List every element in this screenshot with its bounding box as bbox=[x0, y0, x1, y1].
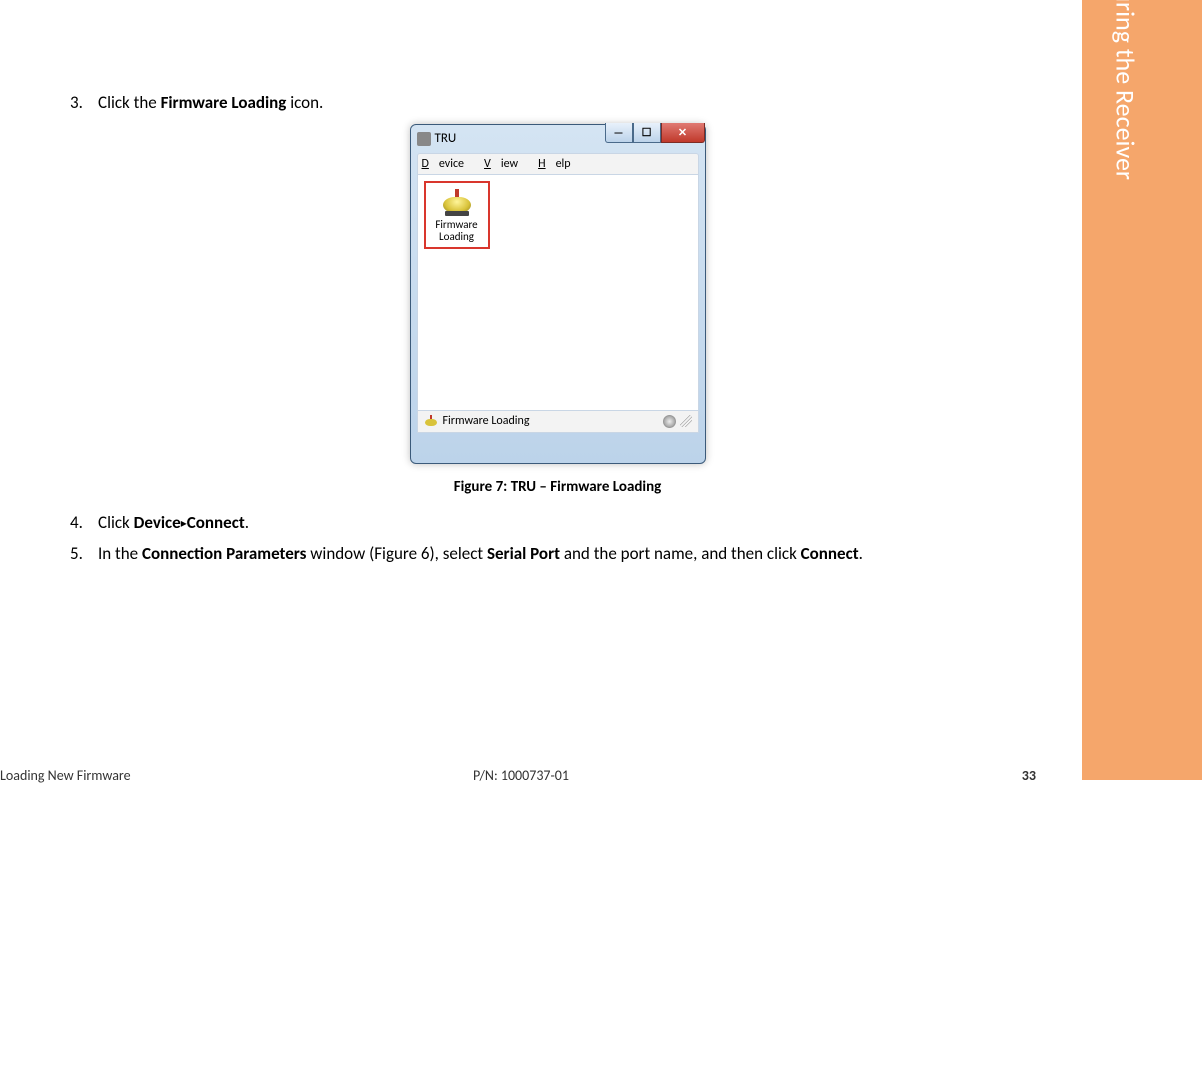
step-text: . bbox=[859, 543, 863, 564]
resize-grip-icon[interactable] bbox=[680, 415, 692, 427]
step-body: Click the Firmware Loading icon. bbox=[98, 90, 1045, 116]
minimize-button[interactable]: — bbox=[605, 123, 633, 143]
close-button[interactable]: ✕ bbox=[661, 123, 705, 143]
content-area: 3. Click the Firmware Loading icon. TRU … bbox=[0, 90, 1065, 573]
step-text: window (Figure 6), select bbox=[306, 543, 487, 564]
step-list: 3. Click the Firmware Loading icon. bbox=[70, 90, 1045, 116]
menu-view[interactable]: View bbox=[484, 157, 528, 171]
step-text: and the port name, and then click bbox=[560, 543, 801, 564]
figure-caption: Figure 7: TRU – Firmware Loading bbox=[70, 478, 1045, 496]
menu-device-rest: evice bbox=[439, 157, 464, 171]
step-text: Click the bbox=[98, 92, 161, 113]
step-text: icon. bbox=[286, 92, 323, 113]
globe-icon bbox=[663, 415, 676, 428]
step-bold: Firmware Loading bbox=[161, 92, 287, 113]
footer-center: P/N: 1000737-01 bbox=[473, 767, 569, 784]
menu-view-rest: iew bbox=[501, 157, 518, 171]
firmware-loading-icon-tile[interactable]: Firmware Loading bbox=[424, 181, 490, 249]
step-body: In the Connection Parameters window (Fig… bbox=[98, 541, 1045, 567]
step-body: Click Device▸Connect. bbox=[98, 510, 1045, 536]
icon-grid: Firmware Loading bbox=[418, 175, 698, 255]
titlebar[interactable]: TRU — ☐ ✕ bbox=[411, 125, 705, 153]
side-tab-edge bbox=[1154, 0, 1202, 780]
page-footer: Loading New Firmware P/N: 1000737-01 33 bbox=[0, 762, 1042, 788]
step-4: 4. Click Device▸Connect. bbox=[70, 510, 1045, 536]
step-bold: Serial Port bbox=[487, 543, 560, 564]
status-text: Firmware Loading bbox=[443, 414, 530, 428]
icon-label-line2: Loading bbox=[428, 231, 486, 243]
menu-help[interactable]: Help bbox=[538, 157, 581, 171]
figure-7: TRU — ☐ ✕ Device View Help bbox=[70, 124, 1045, 496]
step-number: 3. bbox=[70, 90, 98, 116]
step-bold: Device bbox=[134, 512, 181, 533]
client-area: Firmware Loading Firmware Loading bbox=[417, 175, 699, 433]
page-number: 33 bbox=[1022, 767, 1036, 784]
section-title: Configuring the Receiver bbox=[1110, 0, 1142, 180]
step-number: 4. bbox=[70, 510, 98, 536]
step-bold: Connect bbox=[801, 543, 859, 564]
maximize-button[interactable]: ☐ bbox=[633, 123, 661, 143]
window-title: TRU bbox=[435, 131, 457, 146]
receiver-icon bbox=[437, 187, 477, 217]
step-bold: Connect bbox=[187, 512, 245, 533]
menu-device[interactable]: Device bbox=[422, 157, 475, 171]
footer-left: Loading New Firmware bbox=[0, 767, 131, 784]
maximize-icon: ☐ bbox=[642, 127, 652, 138]
minimize-icon: — bbox=[614, 127, 624, 138]
step-bold: Connection Parameters bbox=[142, 543, 306, 564]
step-text: In the bbox=[98, 543, 142, 564]
status-app-icon bbox=[424, 415, 438, 427]
step-text: Click bbox=[98, 512, 134, 533]
window-controls: — ☐ ✕ bbox=[605, 123, 705, 143]
step-number: 5. bbox=[70, 541, 98, 567]
menu-help-rest: elp bbox=[556, 157, 571, 171]
document-page: Configuring the Receiver 3. Click the Fi… bbox=[0, 0, 1202, 1079]
step-list-cont: 4. Click Device▸Connect. 5. In the Conne… bbox=[70, 510, 1045, 567]
app-icon bbox=[417, 132, 431, 146]
menubar: Device View Help bbox=[417, 153, 699, 175]
statusbar: Firmware Loading bbox=[418, 410, 698, 432]
step-5: 5. In the Connection Parameters window (… bbox=[70, 541, 1045, 567]
tru-window: TRU — ☐ ✕ Device View Help bbox=[410, 124, 706, 464]
step-text: . bbox=[245, 512, 249, 533]
step-3: 3. Click the Firmware Loading icon. bbox=[70, 90, 1045, 116]
icon-label-line1: Firmware bbox=[428, 219, 486, 231]
close-icon: ✕ bbox=[678, 127, 687, 138]
